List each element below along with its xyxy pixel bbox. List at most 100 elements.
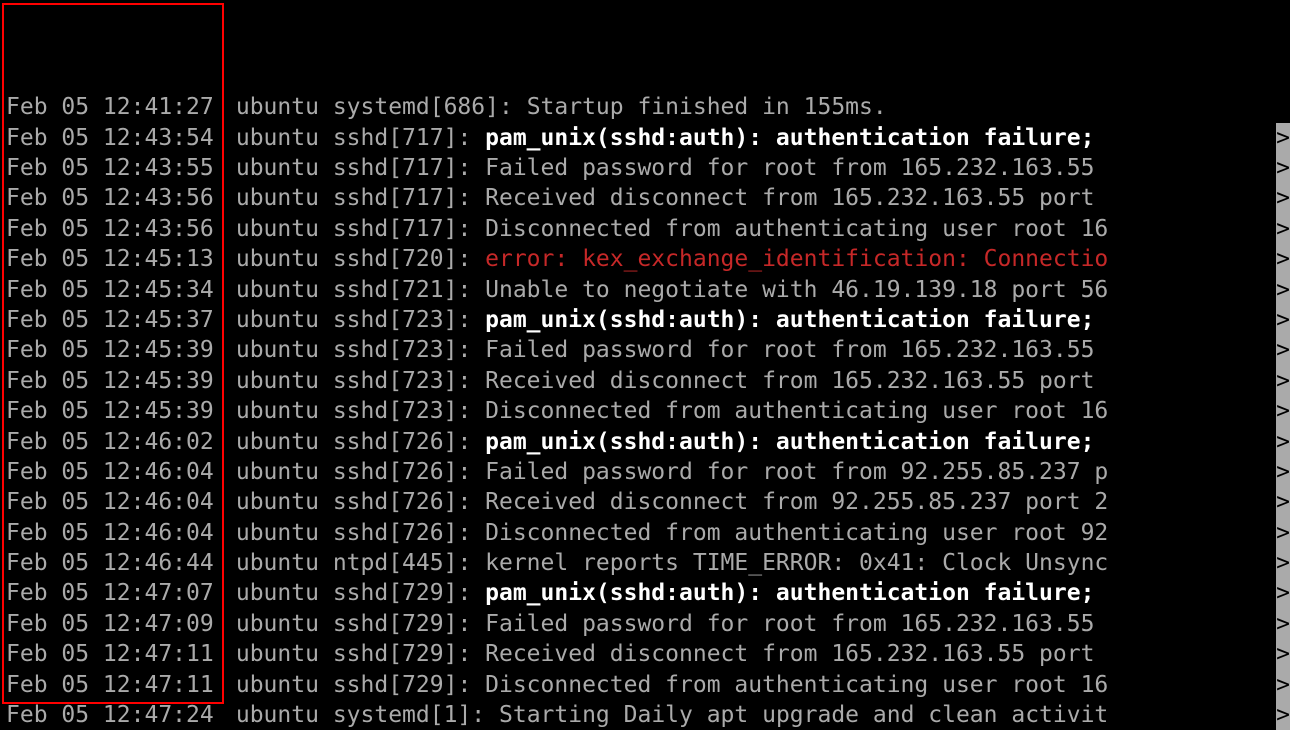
log-message: Startup finished in 155ms. <box>527 94 887 120</box>
log-process: sshd[729] <box>333 580 458 606</box>
line-continuation-icon: > <box>1276 457 1290 487</box>
log-body: ubuntu sshd[726]: pam_unix(sshd:auth): a… <box>222 427 1276 457</box>
log-timestamp: Feb 05 12:47:11 <box>0 639 222 669</box>
log-body: ubuntu sshd[729]: Received disconnect fr… <box>222 639 1276 669</box>
log-host: ubuntu <box>236 429 319 455</box>
log-message: pam_unix(sshd:auth): authentication fail… <box>485 580 1094 606</box>
line-continuation-icon: > <box>1276 609 1290 639</box>
log-timestamp: Feb 05 12:45:37 <box>0 305 222 335</box>
line-continuation-icon: > <box>1276 123 1290 153</box>
log-message: Received disconnect from 165.232.163.55 … <box>485 641 1108 667</box>
log-host: ubuntu <box>236 307 319 333</box>
log-host: ubuntu <box>236 489 319 515</box>
log-line: Feb 05 12:47:11 ubuntu sshd[729]: Discon… <box>0 670 1290 700</box>
log-timestamp: Feb 05 12:45:34 <box>0 275 222 305</box>
log-timestamp: Feb 05 12:45:39 <box>0 366 222 396</box>
log-body: ubuntu sshd[723]: Received disconnect fr… <box>222 366 1276 396</box>
log-line: Feb 05 12:45:34 ubuntu sshd[721]: Unable… <box>0 275 1290 305</box>
log-host: ubuntu <box>236 277 319 303</box>
log-timestamp: Feb 05 12:45:39 <box>0 396 222 426</box>
log-host: ubuntu <box>236 520 319 546</box>
log-line: Feb 05 12:45:37 ubuntu sshd[723]: pam_un… <box>0 305 1290 335</box>
line-continuation-icon: > <box>1276 214 1290 244</box>
log-message: Disconnected from authenticating user ro… <box>485 216 1108 242</box>
log-message: Received disconnect from 165.232.163.55 … <box>485 185 1108 211</box>
log-timestamp: Feb 05 12:47:11 <box>0 670 222 700</box>
log-message: kernel reports TIME_ERROR: 0x41: Clock U… <box>485 550 1108 576</box>
log-host: ubuntu <box>236 550 319 576</box>
log-timestamp: Feb 05 12:45:13 <box>0 244 222 274</box>
log-colon: : <box>457 520 485 546</box>
log-message: Failed password for root from 165.232.16… <box>485 337 1094 363</box>
log-process: sshd[717] <box>333 216 458 242</box>
log-colon: : <box>457 611 485 637</box>
log-body: ubuntu sshd[729]: Failed password for ro… <box>222 609 1276 639</box>
log-timestamp: Feb 05 12:45:39 <box>0 335 222 365</box>
log-line: Feb 05 12:41:27 ubuntu systemd[686]: Sta… <box>0 92 1290 122</box>
log-message: pam_unix(sshd:auth): authentication fail… <box>485 307 1094 333</box>
log-colon: : <box>471 702 499 728</box>
log-line: Feb 05 12:46:04 ubuntu sshd[726]: Receiv… <box>0 487 1290 517</box>
log-host: ubuntu <box>236 641 319 667</box>
log-body: ubuntu sshd[726]: Received disconnect fr… <box>222 487 1276 517</box>
log-process: sshd[723] <box>333 337 458 363</box>
log-timestamp: Feb 05 12:46:04 <box>0 487 222 517</box>
log-message: Disconnected from authenticating user ro… <box>485 520 1108 546</box>
log-host: ubuntu <box>236 337 319 363</box>
line-continuation-icon: > <box>1276 548 1290 578</box>
log-message: pam_unix(sshd:auth): authentication fail… <box>485 125 1094 151</box>
log-line: Feb 05 12:45:39 ubuntu sshd[723]: Failed… <box>0 335 1290 365</box>
log-process: sshd[717] <box>333 155 458 181</box>
log-colon: : <box>457 489 485 515</box>
log-message: Received disconnect from 92.255.85.237 p… <box>485 489 1108 515</box>
log-body: ubuntu sshd[723]: Failed password for ro… <box>222 335 1276 365</box>
line-continuation-icon: > <box>1276 396 1290 426</box>
log-process: sshd[717] <box>333 125 458 151</box>
log-message: Starting Daily apt upgrade and clean act… <box>499 702 1108 728</box>
log-host: ubuntu <box>236 125 319 151</box>
log-colon: : <box>457 672 485 698</box>
line-continuation-icon: > <box>1276 335 1290 365</box>
log-line: Feb 05 12:45:39 ubuntu sshd[723]: Receiv… <box>0 366 1290 396</box>
line-continuation-icon: > <box>1276 366 1290 396</box>
log-body: ubuntu sshd[726]: Failed password for ro… <box>222 457 1276 487</box>
log-line: Feb 05 12:47:11 ubuntu sshd[729]: Receiv… <box>0 639 1290 669</box>
log-line: Feb 05 12:46:02 ubuntu sshd[726]: pam_un… <box>0 427 1290 457</box>
line-continuation-icon: > <box>1276 427 1290 457</box>
terminal-log-viewer[interactable]: Feb 05 12:41:27 ubuntu systemd[686]: Sta… <box>0 0 1290 730</box>
log-body: ubuntu sshd[729]: pam_unix(sshd:auth): a… <box>222 578 1276 608</box>
log-timestamp: Feb 05 12:43:54 <box>0 123 222 153</box>
log-colon: : <box>457 246 485 272</box>
log-process: sshd[721] <box>333 277 458 303</box>
log-colon: : <box>457 125 485 151</box>
log-line: Feb 05 12:43:54 ubuntu sshd[717]: pam_un… <box>0 123 1290 153</box>
log-timestamp: Feb 05 12:47:07 <box>0 578 222 608</box>
log-colon: : <box>457 429 485 455</box>
log-body: ubuntu sshd[717]: Failed password for ro… <box>222 153 1276 183</box>
log-process: sshd[726] <box>333 520 458 546</box>
log-host: ubuntu <box>236 246 319 272</box>
log-colon: : <box>457 550 485 576</box>
log-colon: : <box>457 277 485 303</box>
log-body: ubuntu sshd[723]: pam_unix(sshd:auth): a… <box>222 305 1276 335</box>
log-body: ubuntu ntpd[445]: kernel reports TIME_ER… <box>222 548 1276 578</box>
log-body: ubuntu sshd[729]: Disconnected from auth… <box>222 670 1276 700</box>
log-process: sshd[729] <box>333 611 458 637</box>
log-line: Feb 05 12:46:44 ubuntu ntpd[445]: kernel… <box>0 548 1290 578</box>
log-colon: : <box>457 368 485 394</box>
log-host: ubuntu <box>236 94 319 120</box>
log-timestamp: Feb 05 12:41:27 <box>0 92 222 122</box>
log-timestamp: Feb 05 12:46:44 <box>0 548 222 578</box>
line-continuation-icon: > <box>1276 700 1290 730</box>
log-process: systemd[1] <box>333 702 471 728</box>
log-colon: : <box>457 185 485 211</box>
log-process: sshd[723] <box>333 307 458 333</box>
line-continuation-icon: > <box>1276 518 1290 548</box>
log-process: sshd[729] <box>333 672 458 698</box>
log-message: Received disconnect from 165.232.163.55 … <box>485 368 1108 394</box>
log-message: Unable to negotiate with 46.19.139.18 po… <box>485 277 1108 303</box>
log-timestamp: Feb 05 12:46:02 <box>0 427 222 457</box>
line-continuation-icon: > <box>1276 670 1290 700</box>
log-process: systemd[686] <box>333 94 499 120</box>
log-message: Failed password for root from 165.232.16… <box>485 611 1094 637</box>
